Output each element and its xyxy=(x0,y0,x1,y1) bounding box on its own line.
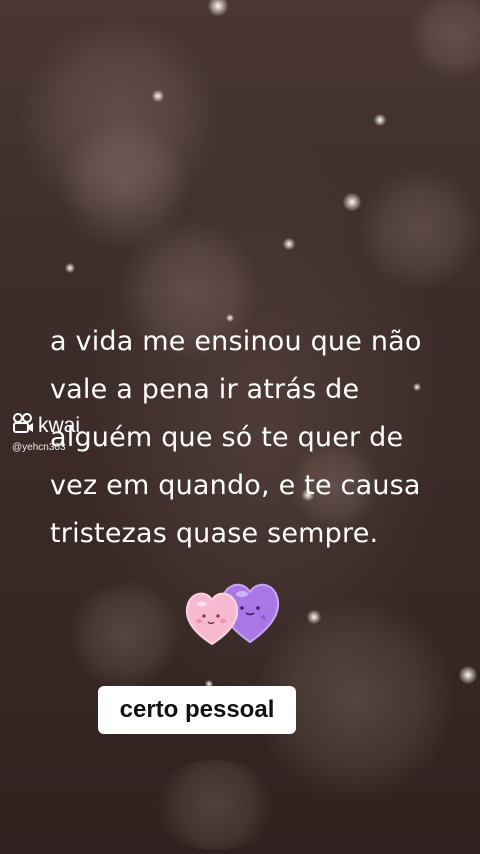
bokeh-light xyxy=(60,120,190,250)
bokeh-light xyxy=(150,760,280,850)
sparkle xyxy=(307,610,321,624)
bokeh-light xyxy=(70,580,180,690)
kwai-watermark: kwai @yehcn303 xyxy=(12,412,80,454)
bokeh-light xyxy=(410,0,480,80)
sparkle xyxy=(152,90,164,102)
bokeh-light xyxy=(360,170,480,290)
sparkle xyxy=(459,666,477,684)
quote-text: a vida me ensinou que não vale a pena ir… xyxy=(50,318,460,558)
quote-line: tristezas quase sempre. xyxy=(50,518,379,549)
kwai-camera-icon xyxy=(12,412,34,440)
sparkle xyxy=(208,0,228,16)
kwai-brand: kwai xyxy=(12,412,80,440)
quote-line: alguém que só te quer de xyxy=(50,422,404,453)
hearts-sticker-icon xyxy=(184,578,284,648)
kwai-handle: @yehcn303 xyxy=(12,442,66,453)
sparkle xyxy=(343,193,361,211)
kwai-brand-text: kwai xyxy=(38,414,81,437)
sparkle xyxy=(374,114,386,126)
sparkle xyxy=(65,263,75,273)
quote-line: vez em quando, e te causa xyxy=(50,470,421,501)
bokeh-light xyxy=(20,20,220,220)
video-frame: a vida me ensinou que não vale a pena ir… xyxy=(0,0,480,854)
quote-line: a vida me ensinou que não xyxy=(50,326,422,357)
caption-box: certo pessoal xyxy=(98,686,296,734)
sparkle xyxy=(283,238,295,250)
caption-text: certo pessoal xyxy=(119,696,275,723)
quote-line: vale a pena ir atrás de xyxy=(50,374,360,405)
